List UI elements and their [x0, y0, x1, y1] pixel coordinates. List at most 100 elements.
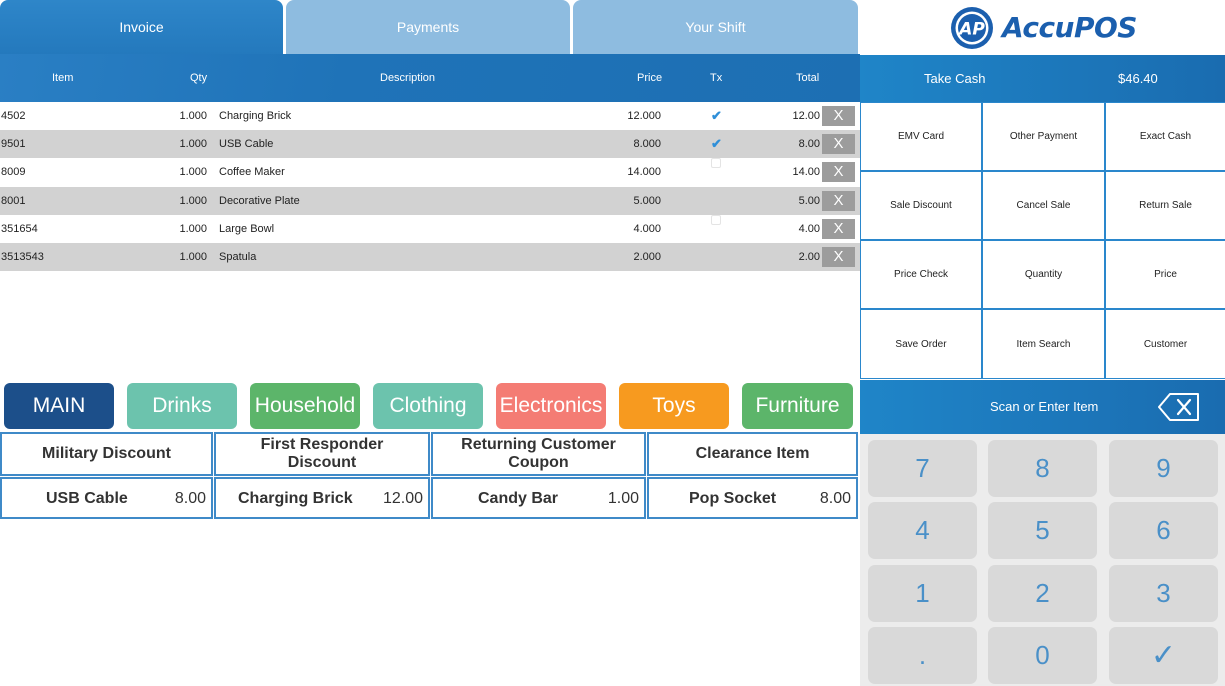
- item-price: 8.000: [633, 138, 661, 151]
- quick-item-candy-bar[interactable]: Candy Bar 1.00: [431, 477, 646, 519]
- tab-bar: Invoice Payments Your Shift: [0, 0, 860, 54]
- other-payment-button[interactable]: Other Payment: [983, 103, 1104, 170]
- item-price: 2.000: [633, 250, 661, 263]
- key-0[interactable]: 0: [988, 627, 1097, 684]
- checkmark-icon: ✔: [711, 136, 722, 152]
- pos-screen: Invoice Payments Your Shift Item Qty Des…: [0, 0, 1225, 686]
- table-row[interactable]: 8009 1.000 Coffee Maker 14.000 14.00 X: [0, 158, 860, 186]
- tax-checkbox[interactable]: [711, 187, 723, 215]
- clearance-item-button[interactable]: Clearance Item: [647, 432, 858, 476]
- key-2[interactable]: 2: [988, 565, 1097, 622]
- scan-input[interactable]: Scan or Enter Item: [860, 380, 1225, 434]
- tax-checkbox[interactable]: [711, 214, 723, 243]
- returning-customer-coupon-button[interactable]: Returning Customer Coupon: [431, 432, 646, 476]
- key-3[interactable]: 3: [1109, 565, 1218, 622]
- item-qty: 1.000: [179, 110, 207, 122]
- quantity-button[interactable]: Quantity: [983, 241, 1104, 308]
- tax-checkbox[interactable]: [711, 243, 723, 271]
- exact-cash-button[interactable]: Exact Cash: [1106, 103, 1225, 170]
- item-qty: 1.000: [179, 166, 207, 179]
- cancel-sale-button[interactable]: Cancel Sale: [983, 172, 1104, 239]
- remove-item-button[interactable]: X: [822, 190, 855, 211]
- enter-checkmark-button[interactable]: ✓: [1109, 627, 1218, 684]
- quick-item-usb-cable[interactable]: USB Cable 8.00: [0, 477, 213, 519]
- remove-item-button[interactable]: X: [822, 134, 855, 155]
- key-1[interactable]: 1: [868, 565, 977, 622]
- price-button[interactable]: Price: [1106, 241, 1225, 308]
- category-clothing-button[interactable]: Clothing: [373, 383, 483, 429]
- item-price: 14.000: [627, 166, 661, 179]
- table-row[interactable]: 9501 1.000 USB Cable 8.000 ✔ 8.00 X: [0, 130, 860, 159]
- key-decimal[interactable]: .: [868, 627, 977, 684]
- key-5[interactable]: 5: [988, 502, 1097, 559]
- military-discount-button[interactable]: Military Discount: [0, 432, 213, 476]
- save-order-button[interactable]: Save Order: [861, 310, 981, 378]
- item-total: 14.00: [792, 166, 820, 179]
- item-description: Spatula: [219, 250, 257, 263]
- first-responder-discount-button[interactable]: First Responder Discount: [214, 432, 430, 476]
- table-row[interactable]: 351654 1.000 Large Bowl 4.000 4.00 X: [0, 214, 860, 243]
- table-row[interactable]: 8001 1.000 Decorative Plate 5.000 5.00 X: [0, 186, 860, 215]
- sale-discount-button[interactable]: Sale Discount: [861, 172, 981, 239]
- item-number: 3513543: [1, 250, 44, 263]
- take-cash-label: Take Cash: [924, 71, 986, 86]
- checkmark-icon: ✔: [711, 108, 722, 123]
- quick-item-pop-socket[interactable]: Pop Socket 8.00: [647, 477, 858, 519]
- column-header-description: Description: [380, 72, 436, 84]
- item-description: Charging Brick: [219, 110, 292, 122]
- category-electronics-button[interactable]: Electronics: [496, 383, 606, 429]
- column-header-total: Total: [796, 72, 820, 84]
- logo-text: AccuPOS: [1002, 11, 1137, 44]
- quick-item-name: USB Cable: [46, 490, 128, 507]
- key-6[interactable]: 6: [1109, 502, 1218, 559]
- tab-your-shift[interactable]: Your Shift: [573, 0, 858, 54]
- quick-item-charging-brick[interactable]: Charging Brick 12.00: [214, 477, 430, 519]
- take-cash-bar[interactable]: Take Cash $46.40: [860, 55, 1225, 102]
- category-household-button[interactable]: Household: [250, 383, 360, 429]
- category-main-button[interactable]: MAIN: [4, 383, 114, 429]
- logo-mark-text: AP: [957, 19, 985, 39]
- key-7[interactable]: 7: [868, 440, 977, 497]
- item-price: 12.000: [627, 110, 661, 122]
- category-furniture-button[interactable]: Furniture: [742, 383, 853, 429]
- tax-checkbox[interactable]: ✔: [711, 102, 723, 130]
- quick-item-price: 12.00: [382, 490, 423, 507]
- column-header-qty: Qty: [190, 72, 208, 84]
- tab-payments[interactable]: Payments: [286, 0, 570, 54]
- quick-key-label: Clearance Item: [695, 445, 810, 462]
- remove-item-button[interactable]: X: [822, 218, 855, 239]
- table-row[interactable]: 3513543 1.000 Spatula 2.000 2.00 X: [0, 242, 860, 272]
- quick-item-price: 8.00: [174, 490, 206, 507]
- item-total: 8.00: [798, 138, 820, 151]
- numeric-keypad: 7 8 9 4 5 6 1 2 3 . 0 ✓: [860, 434, 1225, 686]
- quick-item-name: Candy Bar: [478, 490, 559, 507]
- remove-item-button[interactable]: X: [822, 106, 855, 126]
- item-number: 8009: [1, 166, 26, 179]
- backspace-icon[interactable]: [1158, 393, 1200, 421]
- accupos-logo: AP AccuPOS: [860, 0, 1225, 55]
- emv-card-button[interactable]: EMV Card: [861, 103, 981, 170]
- tax-checkbox[interactable]: ✔: [711, 130, 723, 158]
- price-check-button[interactable]: Price Check: [861, 241, 981, 308]
- category-toys-button[interactable]: Toys: [619, 383, 729, 429]
- key-4[interactable]: 4: [868, 502, 977, 559]
- item-qty: 1.000: [179, 194, 207, 207]
- item-total: 2.00: [798, 250, 820, 263]
- remove-item-button[interactable]: X: [822, 162, 855, 183]
- tax-checkbox[interactable]: [711, 158, 723, 186]
- customer-button[interactable]: Customer: [1106, 310, 1225, 378]
- item-qty: 1.000: [179, 250, 207, 263]
- return-sale-button[interactable]: Return Sale: [1106, 172, 1225, 239]
- quick-key-label: Military Discount: [42, 445, 171, 462]
- key-8[interactable]: 8: [988, 440, 1097, 497]
- tab-invoice[interactable]: Invoice: [0, 0, 283, 54]
- quick-item-name: Charging Brick: [238, 490, 353, 507]
- scan-placeholder: Scan or Enter Item: [990, 399, 1099, 414]
- remove-item-button[interactable]: X: [822, 246, 855, 267]
- item-search-button[interactable]: Item Search: [983, 310, 1104, 378]
- invoice-table-header: Item Qty Description Price Tx Total: [0, 54, 860, 102]
- category-drinks-button[interactable]: Drinks: [127, 383, 237, 429]
- column-header-tx: Tx: [710, 72, 723, 84]
- key-9[interactable]: 9: [1109, 440, 1218, 497]
- table-row[interactable]: 4502 1.000 Charging Brick 12.000 ✔ 12.00…: [0, 102, 860, 130]
